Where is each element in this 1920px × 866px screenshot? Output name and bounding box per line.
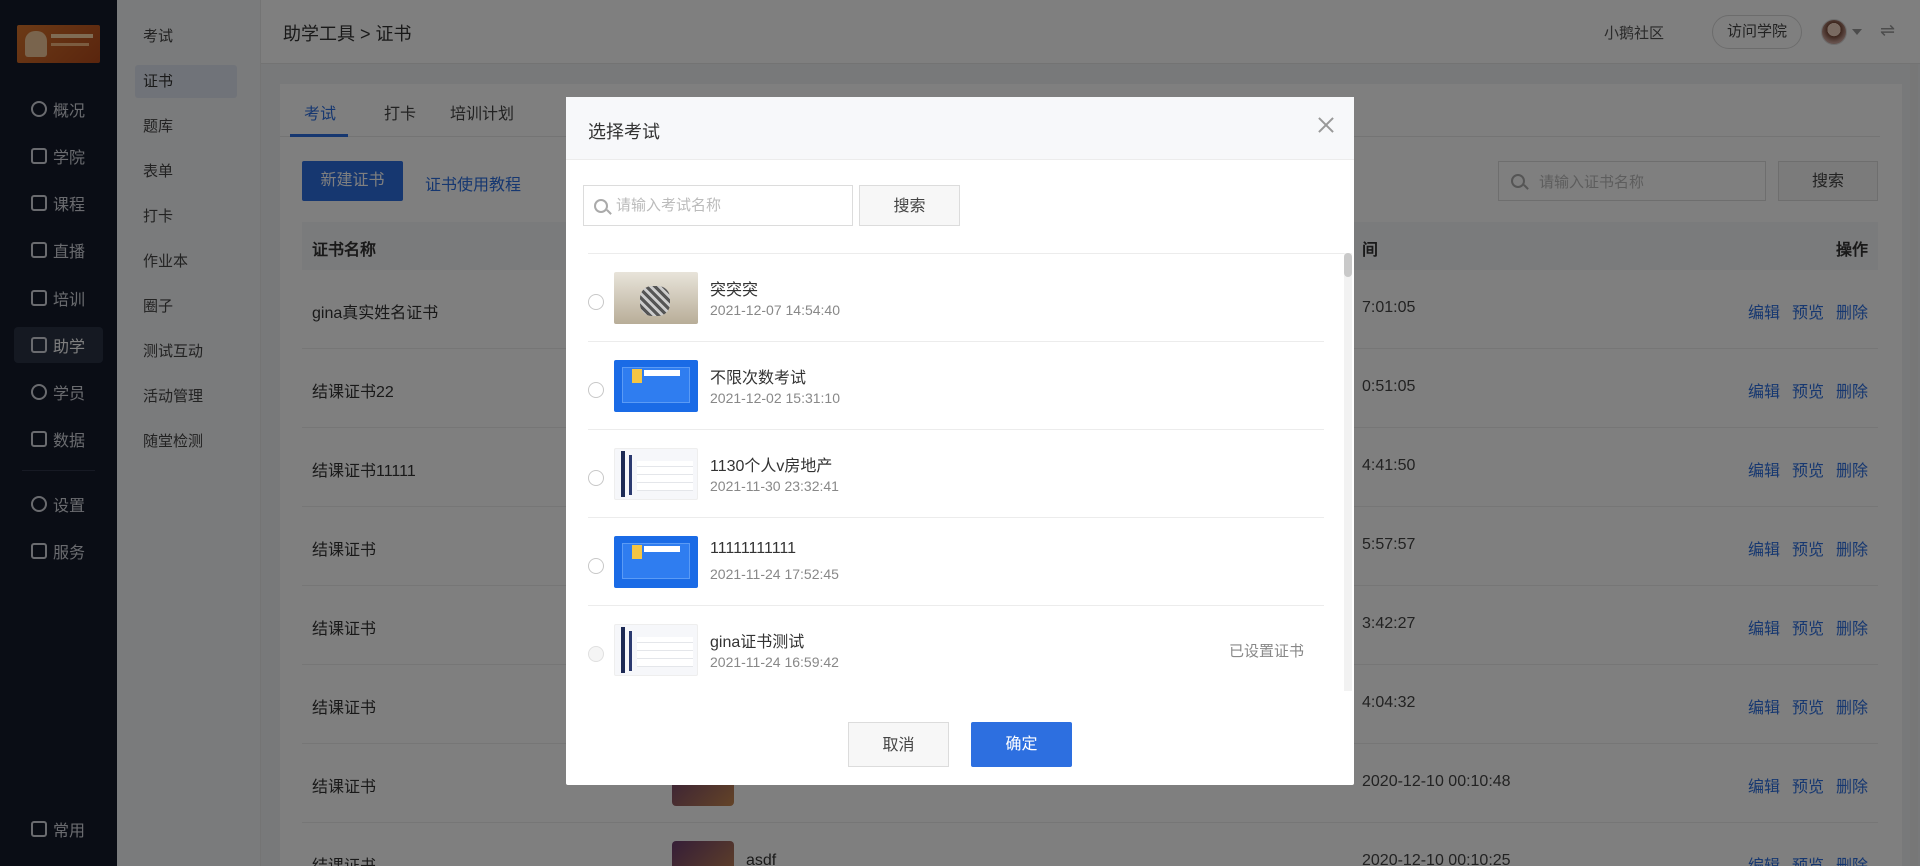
- exam-date: 2021-12-07 14:54:40: [710, 302, 840, 318]
- dialog-header: 选择考试: [566, 97, 1354, 160]
- exam-date: 2021-11-30 23:32:41: [710, 478, 839, 494]
- select-exam-dialog: 选择考试 搜索 突突突 2021-12-07 14:54:40 不限次数考试 2…: [566, 97, 1354, 785]
- list-item[interactable]: 不限次数考试 2021-12-02 15:31:10: [588, 342, 1324, 430]
- exam-name: 11111111111: [710, 540, 797, 557]
- list-item: gina证书测试 2021-11-24 16:59:42 已设置证书: [588, 606, 1324, 691]
- confirm-button[interactable]: 确定: [971, 722, 1072, 767]
- scrollbar-thumb[interactable]: [1344, 253, 1352, 277]
- exam-radio[interactable]: [588, 558, 604, 574]
- exam-radio[interactable]: [588, 382, 604, 398]
- exam-name: gina证书测试: [710, 634, 805, 651]
- exam-list-scrollbar[interactable]: [1344, 253, 1352, 691]
- exam-radio-disabled: [588, 646, 604, 662]
- list-item[interactable]: 1130个人v房地产 2021-11-30 23:32:41: [588, 430, 1324, 518]
- exam-radio[interactable]: [588, 294, 604, 310]
- exam-search-field[interactable]: [583, 185, 853, 226]
- list-item[interactable]: 11111111111 2021-11-24 17:52:45: [588, 518, 1324, 606]
- exam-name: 1130个人v房地产: [710, 458, 833, 475]
- certificate-set-badge: 已设置证书: [1228, 643, 1304, 660]
- exam-search-input[interactable]: [616, 197, 836, 214]
- exam-name: 不限次数考试: [710, 370, 807, 387]
- exam-thumbnail: [614, 536, 698, 588]
- exam-list: 突突突 2021-12-07 14:54:40 不限次数考试 2021-12-0…: [588, 253, 1346, 691]
- exam-name: 突突突: [710, 282, 759, 299]
- dialog-title: 选择考试: [588, 122, 660, 142]
- exam-radio[interactable]: [588, 470, 604, 486]
- list-item[interactable]: 突突突 2021-12-07 14:54:40: [588, 254, 1324, 342]
- exam-search-button[interactable]: 搜索: [859, 185, 960, 226]
- exam-date: 2021-12-02 15:31:10: [710, 390, 840, 406]
- cancel-button[interactable]: 取消: [848, 722, 949, 767]
- exam-thumbnail: [614, 448, 698, 500]
- close-icon[interactable]: [1316, 115, 1336, 135]
- exam-thumbnail: [614, 272, 698, 324]
- exam-thumbnail: [614, 624, 698, 676]
- exam-date: 2021-11-24 17:52:45: [710, 566, 839, 582]
- search-icon: [594, 198, 608, 213]
- exam-date: 2021-11-24 16:59:42: [710, 654, 839, 670]
- exam-thumbnail: [614, 360, 698, 412]
